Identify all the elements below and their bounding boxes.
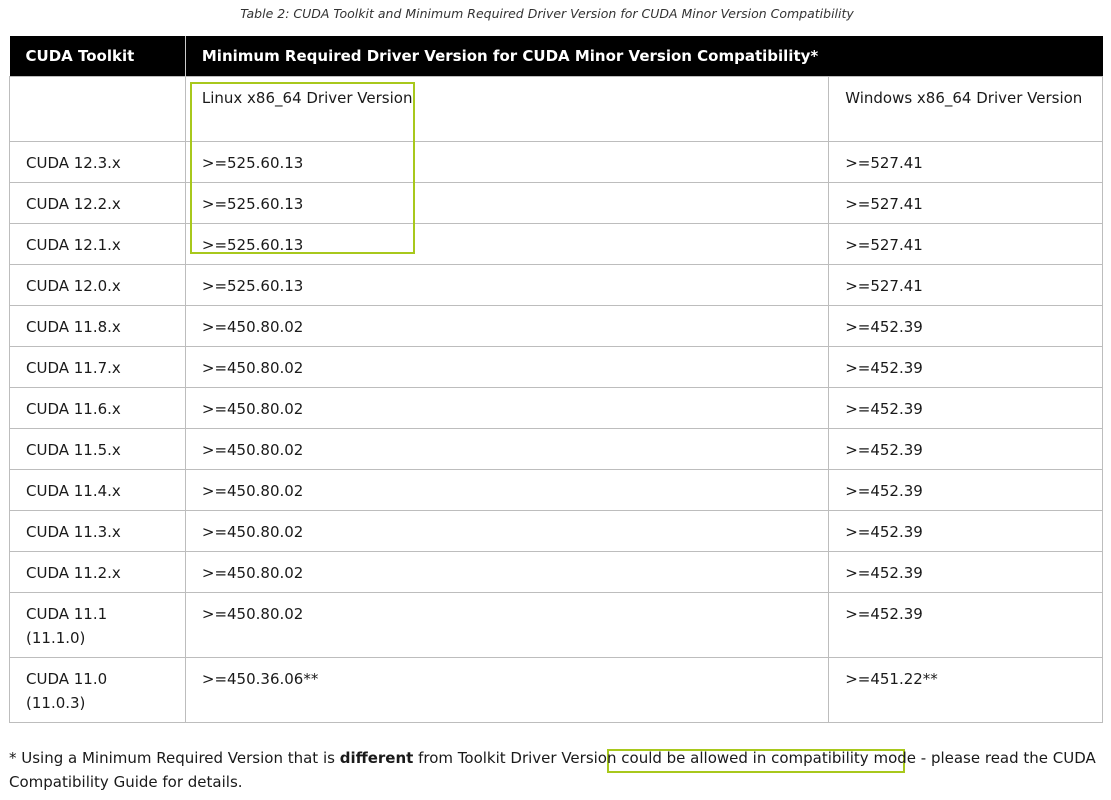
cell-linux: >=450.36.06** (184, 656, 830, 723)
footnote: * Using a Minimum Required Version that … (9, 746, 1103, 794)
table-header-row: CUDA Toolkit Minimum Required Driver Ver… (9, 36, 1103, 76)
table-row: CUDA 11.7.x >=450.80.02 >=452.39 (9, 345, 1103, 388)
table-caption: Table 2: CUDA Toolkit and Minimum Requir… (240, 6, 854, 21)
table-row: CUDA 11.8.x >=450.80.02 >=452.39 (9, 304, 1103, 347)
cell-windows: >=452.39 (828, 591, 1103, 658)
table-row: CUDA 12.0.x >=525.60.13 >=527.41 (9, 263, 1103, 306)
cell-windows: >=452.39 (828, 468, 1103, 511)
cell-toolkit: CUDA 12.1.x (9, 222, 186, 265)
table-row: CUDA 12.2.x >=525.60.13 >=527.41 (9, 181, 1103, 224)
footnote-bold: different (339, 749, 414, 767)
footnote-highlighted: could be allowed in compatibility mode (621, 749, 916, 767)
table-row: CUDA 12.3.x >=525.60.13 >=527.41 (9, 140, 1103, 183)
cell-toolkit: CUDA 11.8.x (9, 304, 186, 347)
cell-linux: >=525.60.13 (184, 140, 830, 183)
cell-linux: >=525.60.13 (184, 222, 830, 265)
cell-toolkit: CUDA 11.3.x (9, 509, 186, 552)
header-cuda-toolkit: CUDA Toolkit (9, 36, 186, 76)
cell-toolkit: CUDA 11.1 (11.1.0) (9, 591, 186, 658)
cell-windows: >=452.39 (828, 550, 1103, 593)
cell-toolkit: CUDA 11.6.x (9, 386, 186, 429)
cell-linux: >=450.80.02 (184, 427, 830, 470)
table-row: CUDA 11.5.x >=450.80.02 >=452.39 (9, 427, 1103, 470)
cell-toolkit: CUDA 12.3.x (9, 140, 186, 183)
cell-toolkit: CUDA 11.5.x (9, 427, 186, 470)
cell-toolkit: CUDA 11.2.x (9, 550, 186, 593)
cell-toolkit: CUDA 12.0.x (9, 263, 186, 306)
cell-linux: >=450.80.02 (184, 509, 830, 552)
footnote-prefix: * Using a Minimum Required Version that … (9, 749, 340, 767)
cell-linux: >=525.60.13 (184, 181, 830, 224)
cell-toolkit: CUDA 11.0 (11.0.3) (9, 656, 186, 723)
cell-windows: >=452.39 (828, 304, 1103, 347)
cell-windows: >=527.41 (828, 263, 1103, 306)
cell-linux: >=450.80.02 (184, 386, 830, 429)
cell-linux: >=525.60.13 (184, 263, 830, 306)
cell-windows: >=452.39 (828, 345, 1103, 388)
subheader-linux: Linux x86_64 Driver Version (184, 75, 830, 142)
cell-windows: >=451.22** (828, 656, 1103, 723)
table-row: CUDA 11.2.x >=450.80.02 >=452.39 (9, 550, 1103, 593)
cell-toolkit: CUDA 12.2.x (9, 181, 186, 224)
cell-linux: >=450.80.02 (184, 468, 830, 511)
table-row: CUDA 12.1.x >=525.60.13 >=527.41 (9, 222, 1103, 265)
cell-windows: >=452.39 (828, 427, 1103, 470)
table-row: CUDA 11.4.x >=450.80.02 >=452.39 (9, 468, 1103, 511)
cell-windows: >=452.39 (828, 509, 1103, 552)
subheader-empty (9, 75, 186, 142)
cell-linux: >=450.80.02 (184, 591, 830, 658)
table-row: CUDA 11.0 (11.0.3) >=450.36.06** >=451.22*… (9, 656, 1103, 723)
table-row: CUDA 11.3.x >=450.80.02 >=452.39 (9, 509, 1103, 552)
footnote-middle: from Toolkit Driver Version (413, 749, 622, 767)
cell-toolkit: CUDA 11.7.x (9, 345, 186, 388)
table-row: CUDA 11.1 (11.1.0) >=450.80.02 >=452.39 (9, 591, 1103, 658)
cell-linux: >=450.80.02 (184, 304, 830, 347)
header-min-driver-version: Minimum Required Driver Version for CUDA… (184, 36, 1103, 76)
cell-windows: >=452.39 (828, 386, 1103, 429)
table-row: CUDA 11.6.x >=450.80.02 >=452.39 (9, 386, 1103, 429)
cell-linux: >=450.80.02 (184, 345, 830, 388)
subheader-windows: Windows x86_64 Driver Version (828, 75, 1103, 142)
cell-windows: >=527.41 (828, 140, 1103, 183)
cell-linux: >=450.80.02 (184, 550, 830, 593)
cell-windows: >=527.41 (828, 181, 1103, 224)
cell-toolkit: CUDA 11.4.x (9, 468, 186, 511)
cuda-compatibility-table: CUDA Toolkit Minimum Required Driver Ver… (9, 36, 1103, 723)
cell-windows: >=527.41 (828, 222, 1103, 265)
table-subheader-row: Linux x86_64 Driver Version Windows x86_… (9, 75, 1103, 142)
